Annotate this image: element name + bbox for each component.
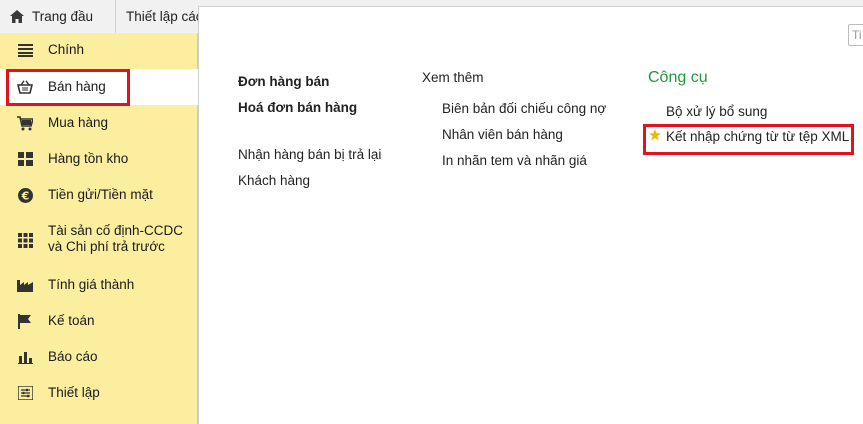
link-customers[interactable]: Khách hàng: [238, 173, 310, 188]
sidebar-item-inventory[interactable]: Hàng tồn kho: [0, 141, 198, 177]
sales-menu-panel: [198, 6, 863, 424]
sidebar-item-label: Chính: [48, 42, 85, 57]
sidebar-item-label-line2: và Chi phí trả trước: [48, 239, 165, 254]
warehouse-grid-icon: [17, 151, 33, 167]
factory-icon: [17, 277, 33, 293]
sidebar-item-label: Tiền gửi/Tiền mặt: [48, 187, 153, 202]
tab-settings-label: Thiết lập các: [126, 9, 200, 24]
sidebar-item-label: Tài sản cố định-CCDC và Chi phí trả trướ…: [48, 223, 183, 255]
sidebar-item-label: Tính giá thành: [48, 277, 135, 292]
sidebar-item-costing[interactable]: Tính giá thành: [0, 267, 198, 303]
link-sales-staff[interactable]: Nhân viên bán hàng: [442, 127, 563, 142]
sidebar-item-label-line1: Tài sản cố định-CCDC: [48, 223, 184, 238]
sidebar-item-label: Báo cáo: [48, 349, 98, 364]
tab-settings[interactable]: Thiết lập các: [116, 0, 200, 33]
cart-icon: [17, 115, 33, 131]
link-sales-invoice[interactable]: Hoá đơn bán hàng: [238, 100, 357, 115]
sidebar-item-label: Kế toán: [48, 313, 95, 328]
link-debt-reconciliation[interactable]: Biên bản đối chiếu công nợ: [442, 101, 606, 116]
sidebar-item-purchase[interactable]: Mua hàng: [0, 105, 198, 141]
sidebar-item-label: Thiết lập: [48, 385, 100, 400]
search-input[interactable]: Ti: [848, 24, 863, 46]
tab-home[interactable]: Trang đầu: [0, 0, 116, 33]
highlight-box-import-xml: [643, 124, 854, 155]
sidebar-item-label: Hàng tồn kho: [48, 151, 129, 166]
home-icon: [10, 10, 24, 23]
link-sales-order[interactable]: Đơn hàng bán: [238, 74, 329, 89]
sidebar-item-reports[interactable]: Báo cáo: [0, 339, 198, 375]
link-sales-return[interactable]: Nhận hàng bán bị trả lại: [238, 147, 381, 162]
link-additional-processors[interactable]: Bộ xử lý bổ sung: [666, 104, 767, 119]
sidebar-item-label: Mua hàng: [48, 115, 109, 130]
grid-icon: [17, 232, 33, 248]
sidebar-item-settings[interactable]: Thiết lập: [0, 375, 198, 411]
menu-lines-icon: [17, 42, 33, 58]
flag-icon: [17, 313, 33, 329]
bar-chart-icon: [17, 349, 33, 365]
tools-heading: Công cụ: [648, 69, 708, 86]
sidebar-item-main[interactable]: Chính: [0, 33, 198, 67]
sidebar-item-accounting[interactable]: Kế toán: [0, 303, 198, 339]
highlight-box-sales: [6, 69, 130, 106]
euro-coin-icon: €: [17, 187, 33, 203]
sidebar-item-fixed-assets[interactable]: Tài sản cố định-CCDC và Chi phí trả trướ…: [0, 213, 198, 267]
link-print-labels[interactable]: In nhãn tem và nhãn giá: [442, 153, 587, 168]
see-more-heading: Xem thêm: [422, 70, 484, 85]
settings-sliders-icon: [17, 385, 33, 401]
tab-home-label: Trang đầu: [32, 9, 94, 24]
sidebar-item-cash[interactable]: € Tiền gửi/Tiền mặt: [0, 177, 198, 213]
svg-text:€: €: [20, 189, 29, 202]
